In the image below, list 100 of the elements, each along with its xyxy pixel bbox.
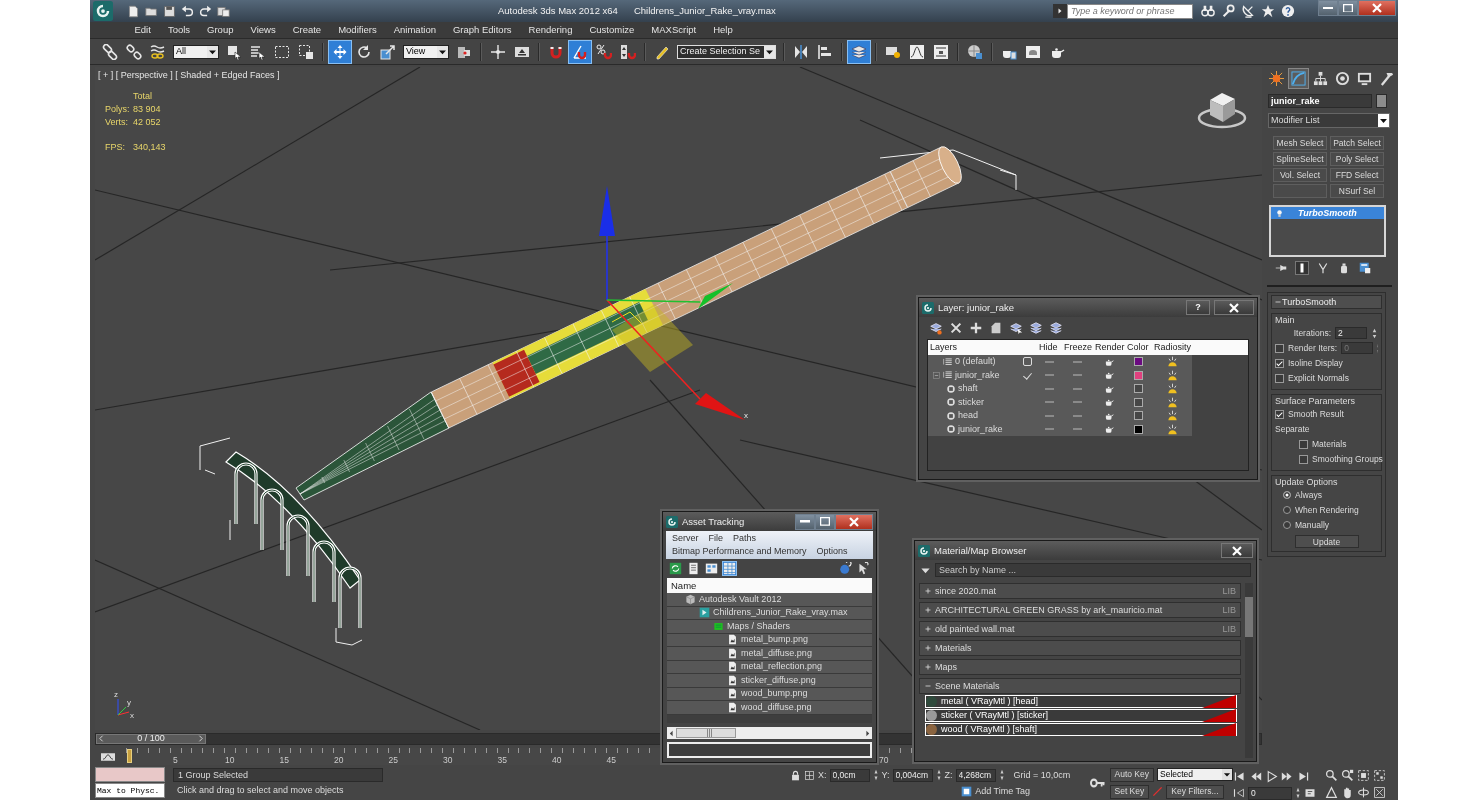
menu-item[interactable]: Edit bbox=[126, 24, 160, 36]
modifier-button[interactable]: NSurf Sel bbox=[1330, 184, 1384, 198]
coordinate-field[interactable]: 4,268cm bbox=[955, 768, 996, 782]
layer-color-swatch[interactable] bbox=[1134, 357, 1143, 367]
layer-name[interactable]: 0 (default) bbox=[955, 356, 996, 368]
layer-name[interactable]: shaft bbox=[958, 383, 978, 395]
object-color-swatch[interactable] bbox=[1376, 94, 1387, 108]
layer-cursor-icon[interactable] bbox=[1009, 321, 1023, 335]
column-header[interactable]: Freeze bbox=[1062, 342, 1093, 353]
freeze-toggle[interactable] bbox=[1073, 374, 1082, 377]
checkbox[interactable] bbox=[1299, 439, 1308, 449]
column-header[interactable]: Name bbox=[667, 578, 872, 593]
angle-magnet-icon[interactable] bbox=[569, 40, 591, 63]
modifier-list-dropdown[interactable]: Modifier List bbox=[1268, 113, 1390, 128]
wrench-icon[interactable] bbox=[1221, 4, 1235, 18]
menu-item[interactable]: File bbox=[708, 533, 724, 544]
modifier-button[interactable]: Poly Select bbox=[1330, 152, 1384, 166]
magnifier-grid-icon[interactable] bbox=[1341, 769, 1354, 782]
current-layer-toggle[interactable] bbox=[1023, 357, 1032, 367]
viewport-label[interactable]: [ + ] [ Perspective ] [ Shaded + Edged Faces ] bbox=[98, 70, 280, 81]
modifier-button[interactable]: Vol. Select bbox=[1273, 168, 1327, 182]
time-slider-thumb[interactable]: 0 / 100 bbox=[96, 733, 206, 744]
add-time-tag-link[interactable]: Add Time Tag bbox=[975, 785, 1030, 797]
layer-stack-icon[interactable] bbox=[1049, 321, 1063, 335]
layer-row[interactable]: head bbox=[928, 409, 1192, 423]
asset-tree-item[interactable]: Autodesk Vault 2012 bbox=[667, 593, 872, 607]
material-item[interactable]: metal ( VRayMtl ) [head] bbox=[925, 695, 1237, 708]
modifier-button[interactable]: SplineSelect bbox=[1273, 152, 1327, 166]
table-view-icon[interactable] bbox=[723, 562, 736, 575]
orbit-icon[interactable] bbox=[1357, 786, 1370, 799]
menu-item[interactable]: Group bbox=[198, 24, 242, 36]
hide-toggle[interactable] bbox=[1045, 387, 1054, 390]
star-icon[interactable] bbox=[1261, 4, 1275, 18]
viewcube-icon[interactable] bbox=[1197, 93, 1247, 129]
thumbnail-view-icon[interactable] bbox=[705, 562, 718, 575]
column-header[interactable]: Hide bbox=[1037, 342, 1062, 353]
menu-item[interactable]: Server bbox=[672, 533, 699, 544]
modifier-button[interactable]: Mesh Select bbox=[1273, 136, 1327, 150]
spinner-arrows-icon[interactable] bbox=[998, 769, 1005, 781]
sun-rays-icon[interactable] bbox=[1166, 396, 1178, 408]
new-file-icon[interactable] bbox=[127, 4, 140, 18]
freeze-toggle[interactable] bbox=[1073, 428, 1082, 431]
layer-color-swatch[interactable] bbox=[1134, 384, 1143, 394]
spinner-arrows-icon[interactable] bbox=[1295, 787, 1301, 799]
category-header[interactable]: since 2020.mat LIB bbox=[919, 583, 1241, 599]
help-icon[interactable] bbox=[1281, 4, 1295, 18]
menu-item[interactable]: Customize bbox=[580, 24, 643, 36]
key-filters-button[interactable]: Key Filters... bbox=[1166, 784, 1224, 799]
teapot-icon[interactable] bbox=[1104, 424, 1114, 435]
menu-item[interactable]: Graph Editors bbox=[444, 24, 521, 36]
zoom-extents-icon[interactable] bbox=[1357, 769, 1370, 782]
material-item[interactable]: sticker ( VRayMtl ) [sticker] bbox=[925, 709, 1237, 722]
maximize-viewport-icon[interactable] bbox=[1373, 786, 1386, 799]
dropdown[interactable]: Create Selection Se bbox=[677, 44, 777, 59]
trash-can-icon[interactable] bbox=[1338, 262, 1350, 274]
move-arrows-icon[interactable] bbox=[329, 40, 351, 63]
layer-stack-icon[interactable] bbox=[1029, 321, 1043, 335]
menu-item[interactable]: Modifiers bbox=[329, 24, 386, 36]
menu-item[interactable]: MAXScript bbox=[642, 24, 705, 36]
current-frame-marker[interactable] bbox=[127, 749, 132, 763]
hide-toggle[interactable] bbox=[1045, 414, 1054, 417]
menu-item[interactable]: Paths bbox=[733, 533, 757, 544]
new-layer-icon[interactable] bbox=[929, 321, 943, 335]
spinner-arrows-icon[interactable] bbox=[1371, 327, 1378, 339]
caret-right-icon[interactable] bbox=[1053, 4, 1067, 18]
asset-tree-item[interactable]: sticker_diffuse.png bbox=[667, 674, 872, 688]
menu-item[interactable]: Tools bbox=[159, 24, 199, 36]
sun-rays-icon[interactable] bbox=[1166, 383, 1178, 395]
zoom-extents-all-icon[interactable] bbox=[1373, 769, 1386, 782]
maximize-button[interactable] bbox=[1338, 0, 1358, 16]
teapot-icon[interactable] bbox=[1104, 370, 1114, 381]
time-tag-icon[interactable] bbox=[961, 785, 973, 797]
stack-item[interactable]: TurboSmooth bbox=[1271, 207, 1384, 219]
layer-row[interactable]: 0 (default) bbox=[928, 355, 1192, 369]
redo-arrow-icon[interactable] bbox=[199, 4, 212, 18]
layer-row[interactable]: shaft bbox=[928, 382, 1192, 396]
category-header[interactable]: old painted wall.mat LIB bbox=[919, 621, 1241, 637]
frame-field[interactable]: 0 bbox=[1248, 786, 1292, 800]
menu-item[interactable]: Options bbox=[816, 546, 848, 557]
configure-sets-icon[interactable] bbox=[1359, 262, 1371, 274]
layer-color-swatch[interactable] bbox=[1134, 397, 1143, 407]
search-field[interactable]: Type a keyword or phrase bbox=[1067, 3, 1193, 19]
delete-icon[interactable] bbox=[949, 321, 963, 335]
search-field[interactable]: Search by Name ... bbox=[935, 563, 1251, 577]
material-item[interactable]: wood ( VRayMtl ) [shaft] bbox=[925, 723, 1237, 736]
maximize-button[interactable] bbox=[815, 513, 835, 530]
pin-icon[interactable] bbox=[1275, 262, 1287, 274]
checkbox[interactable] bbox=[1275, 409, 1284, 419]
undo-arrow-icon[interactable] bbox=[181, 4, 194, 18]
key-mode-icon[interactable] bbox=[1233, 787, 1245, 799]
transform-gizmo-drawing[interactable] bbox=[599, 186, 745, 420]
end-result-icon[interactable] bbox=[1296, 262, 1308, 274]
handle-tip-drawing[interactable] bbox=[879, 146, 1017, 208]
hide-toggle[interactable] bbox=[1045, 428, 1054, 431]
modifier-button[interactable]: Patch Select bbox=[1330, 136, 1384, 150]
padlock-icon[interactable] bbox=[790, 769, 801, 781]
update-button[interactable]: Update bbox=[1294, 535, 1359, 549]
hide-toggle[interactable] bbox=[1045, 374, 1054, 377]
hide-toggle[interactable] bbox=[1045, 360, 1054, 363]
set-key-button[interactable]: Set Key bbox=[1109, 784, 1150, 799]
